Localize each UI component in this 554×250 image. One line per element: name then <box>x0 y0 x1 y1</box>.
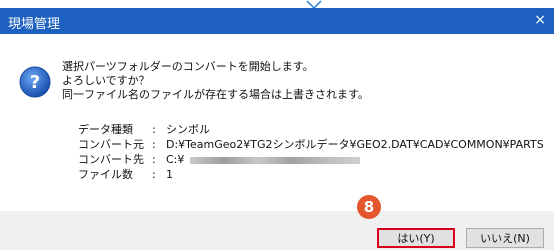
info-sep: : <box>152 168 156 181</box>
info-key: データ種類 <box>78 123 133 136</box>
close-button[interactable]: × <box>534 12 546 28</box>
info-row-destination: コンバート先: C:¥ <box>78 152 544 167</box>
info-value: D:¥TeamGeo2¥TG2シンボルデータ¥GEO2.DAT¥CAD¥COMM… <box>166 138 544 151</box>
info-sep: : <box>152 138 156 151</box>
info-value: 1 <box>166 168 173 181</box>
redacted-path <box>190 156 361 164</box>
no-button[interactable]: いいえ(N) <box>466 228 544 248</box>
info-sep: : <box>152 153 156 166</box>
info-value: シンボル <box>166 123 210 136</box>
info-key: ファイル数 <box>78 168 133 181</box>
info-row-data-type: データ種類: シンボル <box>78 122 544 137</box>
yes-button[interactable]: はい(Y) <box>377 228 455 248</box>
message-line: 選択パーツフォルダーのコンバートを開始します。 <box>62 60 314 73</box>
info-row-file-count: ファイル数:1 <box>78 167 544 182</box>
info-key: コンバート元 <box>78 138 144 151</box>
message-text: 選択パーツフォルダーのコンバートを開始します。 よろしいですか？ 同一ファイル名… <box>62 60 369 102</box>
confirm-dialog: 現場管理 × ? 選択パーツフォルダーのコンバートを開始します。 よろしいですか… <box>0 8 554 250</box>
message-line: よろしいですか？ <box>62 74 150 87</box>
message-line: 同一ファイル名のファイルが存在する場合は上書きされます。 <box>62 88 369 101</box>
question-icon: ? <box>19 66 51 98</box>
info-value: C:¥ <box>166 153 185 166</box>
info-key: コンバート先 <box>78 153 144 166</box>
step-badge: 8 <box>357 195 381 219</box>
info-sep: : <box>152 123 156 136</box>
conversion-info: データ種類: シンボル コンバート元: D:¥TeamGeo2¥TG2シンボルデータ… <box>78 122 544 182</box>
info-row-source: コンバート元: D:¥TeamGeo2¥TG2シンボルデータ¥GEO2.DAT¥C… <box>78 137 544 152</box>
svg-text:?: ? <box>30 72 40 93</box>
title-bar: 現場管理 × <box>0 8 554 34</box>
window-title: 現場管理 <box>8 17 61 32</box>
dialog-content: ? 選択パーツフォルダーのコンバートを開始します。 よろしいですか？ 同一ファイ… <box>0 34 554 211</box>
